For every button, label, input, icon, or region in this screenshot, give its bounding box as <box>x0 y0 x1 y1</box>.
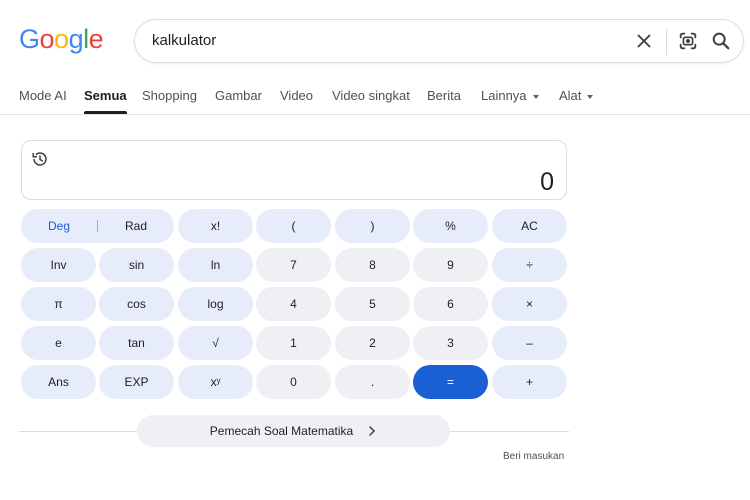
tab-berita[interactable]: Berita <box>427 88 461 103</box>
deg-button[interactable]: Deg <box>21 209 97 243</box>
chevron-down-icon <box>587 94 594 99</box>
tab-video-singkat[interactable]: Video singkat <box>332 88 410 103</box>
search-input[interactable]: kalkulator <box>152 32 216 49</box>
tab-alat[interactable]: Alat <box>559 88 594 103</box>
decimal-button[interactable]: . <box>335 365 410 399</box>
digit-4-button[interactable]: 4 <box>256 287 331 321</box>
close-icon[interactable] <box>633 30 655 52</box>
digit-0-button[interactable]: 0 <box>256 365 331 399</box>
logo-letter: G <box>19 24 40 54</box>
calculator-display: 0 <box>21 140 567 200</box>
log-button[interactable]: log <box>178 287 253 321</box>
multiply-button[interactable]: × <box>492 287 567 321</box>
plus-button[interactable]: + <box>492 365 567 399</box>
deg-rad-toggle[interactable]: Deg Rad <box>21 209 174 243</box>
camera-lens-icon[interactable] <box>677 30 699 52</box>
open-paren-button[interactable]: ( <box>256 209 331 243</box>
tab-lainnya[interactable]: Lainnya <box>481 88 539 103</box>
logo-letter: o <box>54 24 69 54</box>
minus-button[interactable]: – <box>492 326 567 360</box>
calculator-result: 0 <box>540 168 554 196</box>
chevron-right-icon <box>369 426 376 436</box>
digit-8-button[interactable]: 8 <box>335 248 410 282</box>
tab-shopping[interactable]: Shopping <box>142 88 197 103</box>
digit-6-button[interactable]: 6 <box>413 287 488 321</box>
tab-gambar[interactable]: Gambar <box>215 88 262 103</box>
euler-button[interactable]: e <box>21 326 96 360</box>
feedback-link[interactable]: Beri masukan <box>503 451 564 462</box>
digit-1-button[interactable]: 1 <box>256 326 331 360</box>
search-box[interactable]: kalkulator <box>134 19 744 63</box>
rad-button[interactable]: Rad <box>98 209 174 243</box>
tab-mode-ai[interactable]: Mode AI <box>19 88 67 103</box>
chevron-down-icon <box>532 94 539 99</box>
digit-3-button[interactable]: 3 <box>413 326 488 360</box>
tab-semua[interactable]: Semua <box>84 88 127 114</box>
digit-2-button[interactable]: 2 <box>335 326 410 360</box>
sin-button[interactable]: sin <box>99 248 174 282</box>
digit-7-button[interactable]: 7 <box>256 248 331 282</box>
tabs-divider <box>0 114 750 115</box>
inverse-button[interactable]: Inv <box>21 248 96 282</box>
exp-button[interactable]: EXP <box>99 365 174 399</box>
history-icon[interactable] <box>31 150 49 168</box>
equals-button[interactable]: = <box>413 365 488 399</box>
percent-button[interactable]: % <box>413 209 488 243</box>
logo-letter: g <box>68 24 84 54</box>
all-clear-button[interactable]: AC <box>492 209 567 243</box>
tan-button[interactable]: tan <box>99 326 174 360</box>
divide-button[interactable]: ÷ <box>492 248 567 282</box>
tab-video[interactable]: Video <box>280 88 313 103</box>
search-divider <box>666 29 667 55</box>
math-solver-label: Pemecah Soal Matematika <box>209 424 354 438</box>
google-logo[interactable]: Google <box>19 24 104 55</box>
digit-5-button[interactable]: 5 <box>335 287 410 321</box>
pi-button[interactable]: π <box>21 287 96 321</box>
digit-9-button[interactable]: 9 <box>413 248 488 282</box>
search-icon[interactable] <box>710 30 732 52</box>
power-button[interactable]: xʸ <box>178 365 253 399</box>
tab-lainnya-label: Lainnya <box>481 88 527 103</box>
factorial-button[interactable]: x! <box>178 209 253 243</box>
logo-letter: e <box>88 24 104 54</box>
ln-button[interactable]: ln <box>178 248 253 282</box>
close-paren-button[interactable]: ) <box>335 209 410 243</box>
math-solver-button[interactable]: Pemecah Soal Matematika <box>137 415 450 447</box>
cos-button[interactable]: cos <box>99 287 174 321</box>
answer-button[interactable]: Ans <box>21 365 96 399</box>
tab-alat-label: Alat <box>559 88 582 103</box>
logo-letter: o <box>39 24 55 54</box>
sqrt-button[interactable]: √ <box>178 326 253 360</box>
